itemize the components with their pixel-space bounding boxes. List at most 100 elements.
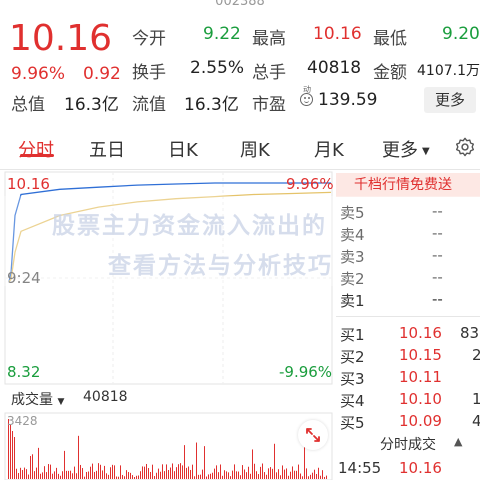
- volume-bar: [246, 472, 247, 479]
- volume-bar: [214, 468, 215, 479]
- volume-bar: [132, 475, 133, 479]
- gear-icon[interactable]: [454, 136, 476, 158]
- sell-row-4: 卖4 --: [336, 224, 480, 246]
- tab-intraday[interactable]: 分时: [18, 136, 54, 162]
- volume-bar: [136, 475, 137, 479]
- volume-bar: [156, 472, 157, 479]
- volume-bar: [148, 468, 149, 479]
- volume-bar: [266, 474, 267, 479]
- volume-bar: [142, 466, 143, 479]
- buy-level-label: 买2: [340, 348, 365, 366]
- volume-bar: [12, 431, 13, 479]
- volume-bar: [50, 464, 51, 479]
- time-trades-header[interactable]: 分时成交 ▲: [336, 432, 480, 454]
- volume-bar: [202, 469, 203, 479]
- orderbook-divider: [336, 316, 480, 317]
- active-tab-indicator: [20, 154, 54, 157]
- volume-bar: [168, 470, 169, 479]
- volume-bar: [226, 471, 227, 479]
- volume-bar: [256, 471, 257, 479]
- volume-chart-svg: [4, 412, 333, 480]
- volume-bar: [234, 464, 235, 479]
- volume-bar: [258, 474, 259, 479]
- turnover-value: 2.55%: [190, 58, 245, 78]
- volume-bar: [32, 454, 33, 479]
- high-label: 最高: [252, 29, 286, 49]
- sell-row-3: 卖3 --: [336, 246, 480, 268]
- volume-bar: [172, 463, 173, 479]
- volume-bar: [240, 475, 241, 479]
- buy-volume: 833: [460, 324, 480, 342]
- volume-bar: [314, 469, 315, 479]
- tab-more[interactable]: 更多 ▼: [382, 136, 430, 162]
- volume-bar: [134, 476, 135, 479]
- volume-bar: [126, 470, 127, 479]
- volume-bar: [274, 443, 275, 479]
- volume-bar: [24, 467, 25, 479]
- buy-price: 10.16: [399, 324, 442, 342]
- trade-time: 14:55: [338, 459, 382, 477]
- float-label: 流值: [132, 95, 166, 115]
- volume-bar: [160, 471, 161, 479]
- buy-price: 10.09: [399, 412, 442, 430]
- sell-volume: --: [432, 202, 443, 220]
- expand-chart-icon[interactable]: [298, 420, 328, 450]
- volume-bar: [286, 468, 287, 479]
- volume-chart[interactable]: 3428: [3, 412, 333, 480]
- intraday-chart[interactable]: 10.16 9.96% 9:24 8.32 -9.96%: [3, 171, 334, 385]
- volume-total: 40818: [83, 389, 128, 405]
- tab-monthly-k[interactable]: 月K: [314, 136, 344, 162]
- volume-bar: [262, 463, 263, 479]
- volume-bar: [86, 471, 87, 479]
- volume-bar: [196, 442, 197, 479]
- tab-weekly-k[interactable]: 周K: [240, 136, 270, 162]
- volume-bar: [128, 472, 129, 479]
- volume-bar: [194, 476, 195, 479]
- volume-bar: [116, 476, 117, 479]
- volume-bar: [84, 476, 85, 479]
- volume-bar: [204, 446, 205, 479]
- volume-bar: [144, 466, 145, 479]
- average-price-line: [8, 191, 332, 283]
- volume-bar: [278, 469, 279, 479]
- volume-bar: [16, 468, 17, 479]
- level2-promo-banner[interactable]: 千档行情免费送: [336, 173, 480, 197]
- volume-bar: [124, 476, 125, 479]
- volume-bar: [96, 470, 97, 479]
- volume-bar: [92, 463, 93, 479]
- volume-axis-max: 3428: [7, 414, 38, 428]
- more-quotes-button[interactable]: 更多: [424, 87, 476, 113]
- volume-bar: [108, 474, 109, 479]
- volume-bar: [118, 476, 119, 479]
- chart-top-price: 10.16: [7, 175, 50, 193]
- buy-row-1: 买1 10.16 833: [336, 324, 480, 346]
- tab-five-day[interactable]: 五日: [89, 136, 125, 162]
- volume-bar: [58, 473, 59, 479]
- info-face-icon[interactable]: [300, 93, 313, 106]
- volume-bar: [102, 470, 103, 479]
- sell-row-2: 卖2 --: [336, 268, 480, 290]
- volume-bar: [114, 465, 115, 479]
- volume-bar: [230, 476, 231, 479]
- sell-volume: --: [432, 268, 443, 286]
- volume-bar: [164, 471, 165, 479]
- volume-bar: [44, 466, 45, 479]
- volume-bar: [28, 474, 29, 479]
- volume-bar: [186, 467, 187, 479]
- volume-bar: [18, 473, 19, 479]
- volume-bar: [302, 476, 303, 479]
- volume-bar: [188, 466, 189, 479]
- volume-bar: [192, 464, 193, 479]
- volume-bar: [64, 450, 65, 479]
- volume-bar: [82, 468, 83, 479]
- volume-bar: [140, 471, 141, 479]
- tab-daily-k[interactable]: 日K: [168, 136, 198, 162]
- volume-bar: [22, 470, 23, 479]
- volume-indicator-selector[interactable]: 成交量 ▼: [11, 389, 64, 409]
- volume-bar: [72, 473, 73, 479]
- volume-bar: [152, 464, 153, 479]
- volume-bar: [298, 464, 299, 479]
- volume-bar: [242, 465, 243, 479]
- pe-label: 市盈: [252, 95, 286, 115]
- low-label: 最低: [373, 29, 407, 49]
